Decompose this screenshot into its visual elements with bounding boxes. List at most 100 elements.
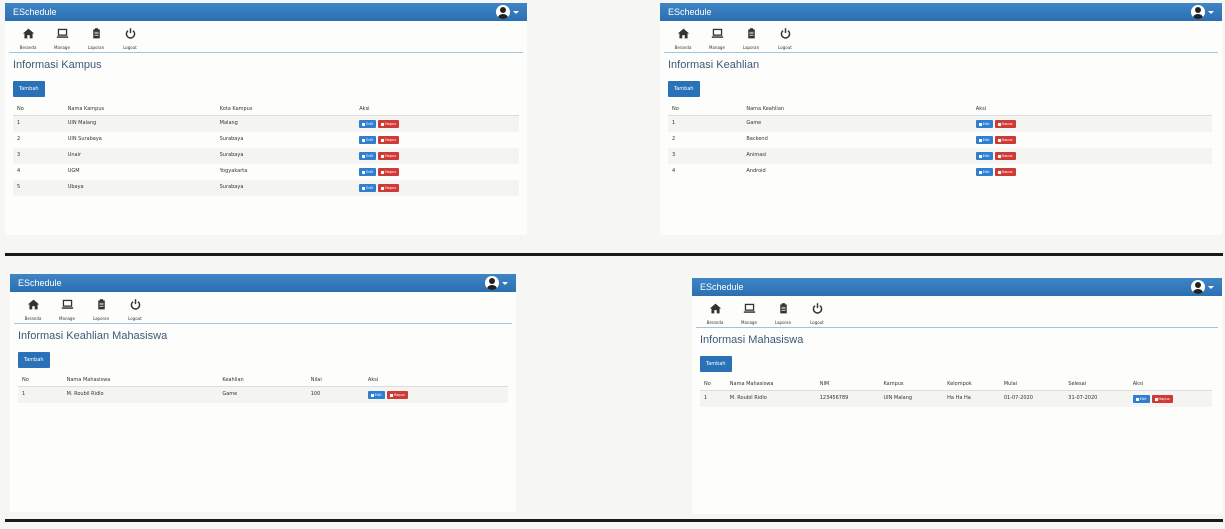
edit-button[interactable]: Edit — [359, 152, 377, 160]
nav-item-laporan[interactable]: Laporan — [88, 296, 114, 321]
actions-cell: Edit Hapus — [972, 132, 1212, 148]
app-brand[interactable]: ESchedule — [668, 7, 712, 17]
edit-button[interactable]: Edit — [367, 391, 385, 399]
table-cell: Surabaya — [219, 136, 244, 142]
table-row: 4 Android Edit Hapus — [668, 164, 1212, 180]
keahlian-table: No Nama Keahlian Aksi 1 Game Edit Hapus 2 Backen… — [668, 103, 1212, 180]
nav-item-beranda[interactable]: Beranda — [20, 296, 46, 321]
edit-button[interactable]: Edit — [359, 120, 377, 128]
nav-item-beranda[interactable]: Beranda — [15, 25, 41, 50]
user-menu[interactable] — [1191, 5, 1214, 19]
row-actions: Edit Hapus — [975, 168, 1208, 176]
nav-item-manage[interactable]: Manage — [704, 25, 730, 50]
table-cell: Backend — [746, 136, 768, 142]
nav-item-laporan[interactable]: Laporan — [83, 25, 109, 50]
column-header: No — [18, 374, 63, 387]
user-menu[interactable] — [496, 5, 519, 19]
table-cell: 2 — [17, 136, 21, 142]
table-row: 2 UIN Surabaya Surabaya Edit Hapus — [13, 132, 519, 148]
row-actions: Edit Hapus — [359, 152, 515, 160]
actions-cell: Edit Hapus — [972, 116, 1212, 133]
nav-item-laporan[interactable]: Laporan — [738, 25, 764, 50]
column-header: Aksi — [1128, 378, 1212, 391]
edit-button[interactable]: Edit — [975, 120, 993, 128]
delete-button[interactable]: Hapus — [994, 120, 1016, 128]
delete-button[interactable]: Hapus — [1151, 395, 1173, 403]
add-button[interactable]: Tambah — [13, 81, 45, 97]
nav-item-logout[interactable]: Logout — [122, 296, 148, 321]
nav-item-laporan[interactable]: Laporan — [770, 300, 796, 325]
delete-label: Hapus — [1001, 170, 1013, 174]
edit-button[interactable]: Edit — [1132, 395, 1150, 403]
table-cell: UGM — [67, 168, 80, 174]
nav-item-logout[interactable]: Logout — [772, 25, 798, 50]
edit-button[interactable]: Edit — [359, 168, 377, 176]
caret-down-icon[interactable] — [502, 281, 508, 285]
add-button[interactable]: Tambah — [700, 356, 732, 372]
nav-item-manage[interactable]: Manage — [736, 300, 762, 325]
table-cell: Ha Ha Ha — [947, 395, 971, 401]
delete-button[interactable]: Hapus — [378, 184, 400, 192]
edit-icon — [978, 122, 982, 126]
delete-button[interactable]: Hapus — [378, 168, 400, 176]
avatar-icon[interactable] — [496, 5, 510, 19]
table-row: 2 Backend Edit Hapus — [668, 132, 1212, 148]
nav-item-label: Beranda — [19, 45, 37, 50]
delete-label: Hapus — [385, 154, 397, 158]
avatar-icon[interactable] — [485, 276, 499, 290]
app-brand[interactable]: ESchedule — [18, 278, 62, 288]
nav-item-label: Logout — [810, 320, 824, 325]
row-actions: Edit Hapus — [359, 184, 515, 192]
delete-button[interactable]: Hapus — [994, 136, 1016, 144]
table-cell: 01-07-2020 — [1003, 395, 1033, 401]
delete-button[interactable]: Hapus — [386, 391, 408, 399]
column-header: No — [668, 103, 743, 116]
avatar-icon[interactable] — [1191, 5, 1205, 19]
nav-item-beranda[interactable]: Beranda — [670, 25, 696, 50]
edit-button[interactable]: Edit — [975, 136, 993, 144]
column-header: Kampus — [879, 378, 944, 391]
trash-icon — [381, 186, 385, 190]
delete-label: Hapus — [1158, 397, 1170, 401]
caret-down-icon[interactable] — [1208, 10, 1214, 14]
caret-down-icon[interactable] — [1208, 285, 1214, 289]
table-row: 1 M. Roubil Ridlo Game 100 Edit Hapus — [18, 386, 508, 404]
user-menu[interactable] — [1191, 280, 1214, 294]
delete-button[interactable]: Hapus — [378, 152, 400, 160]
delete-label: Hapus — [1001, 138, 1013, 142]
edit-button[interactable]: Edit — [359, 184, 377, 192]
row-actions: Edit Hapus — [975, 136, 1208, 144]
edit-button[interactable]: Edit — [359, 136, 377, 144]
edit-button[interactable]: Edit — [975, 152, 993, 160]
delete-button[interactable]: Hapus — [378, 136, 400, 144]
row-actions: Edit Hapus — [975, 152, 1208, 160]
delete-button[interactable]: Hapus — [994, 168, 1016, 176]
edit-button[interactable]: Edit — [975, 168, 993, 176]
home-icon — [709, 300, 722, 319]
nav-item-manage[interactable]: Manage — [54, 296, 80, 321]
panel-informasi-keahlian-mahasiswa: ESchedule Beranda Manage Laporan Logout Inf… — [10, 274, 516, 512]
table-cell: 100 — [310, 391, 321, 397]
nav-item-manage[interactable]: Manage — [49, 25, 75, 50]
app-brand[interactable]: ESchedule — [13, 7, 57, 17]
row-actions: Edit Hapus — [359, 120, 515, 128]
main-nav: Beranda Manage Laporan Logout — [696, 296, 1218, 328]
add-button[interactable]: Tambah — [18, 352, 50, 368]
delete-button[interactable]: Hapus — [378, 120, 400, 128]
caret-down-icon[interactable] — [513, 10, 519, 14]
table-cell: 4 — [17, 168, 21, 174]
nav-item-logout[interactable]: Logout — [117, 25, 143, 50]
clipboard-icon — [777, 300, 790, 319]
app-brand[interactable]: ESchedule — [700, 282, 744, 292]
actions-cell: Edit Hapus — [355, 116, 519, 133]
nav-item-beranda[interactable]: Beranda — [702, 300, 728, 325]
delete-button[interactable]: Hapus — [994, 152, 1016, 160]
add-button[interactable]: Tambah — [668, 81, 700, 97]
table-cell: 31-07-2020 — [1068, 395, 1098, 401]
actions-cell: Edit Hapus — [364, 387, 508, 404]
column-header: Selesai — [1064, 378, 1129, 391]
nav-item-label: Laporan — [742, 45, 760, 50]
avatar-icon[interactable] — [1191, 280, 1205, 294]
user-menu[interactable] — [485, 276, 508, 290]
nav-item-logout[interactable]: Logout — [804, 300, 830, 325]
